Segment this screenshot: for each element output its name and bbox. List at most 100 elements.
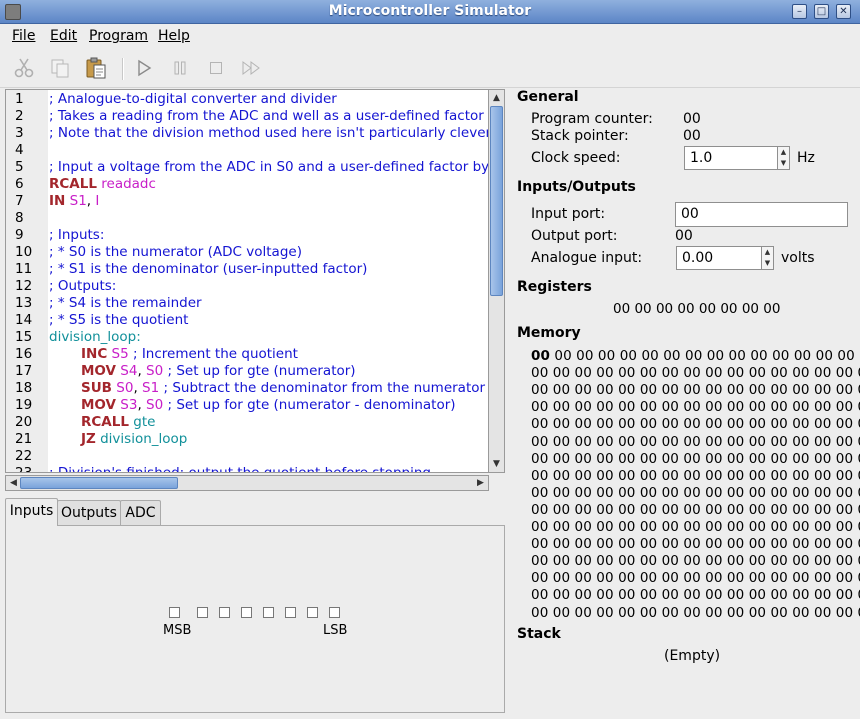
code-token: ; Division's finished: output the quotie… bbox=[49, 465, 431, 473]
step-icon[interactable] bbox=[240, 56, 264, 80]
code-token: MOV bbox=[81, 363, 116, 379]
line-number: 22 bbox=[15, 448, 33, 464]
code-token: ; Subtract the denominator from the nume… bbox=[159, 380, 489, 396]
code-token: MOV bbox=[81, 397, 116, 413]
input-bit-6-checkbox[interactable] bbox=[197, 607, 208, 618]
code-line[interactable]: ; Outputs: bbox=[49, 278, 116, 295]
tab-outputs[interactable]: Outputs bbox=[57, 500, 121, 525]
spin-down-icon[interactable]: ▼ bbox=[778, 158, 789, 169]
tab-inputs[interactable]: Inputs bbox=[5, 498, 58, 526]
editor-vertical-scrollbar[interactable]: ▲ ▼ bbox=[489, 89, 505, 473]
stop-icon[interactable] bbox=[204, 56, 228, 80]
paste-icon[interactable] bbox=[84, 56, 108, 80]
tab-adc[interactable]: ADC bbox=[120, 500, 161, 525]
line-number: 17 bbox=[15, 363, 33, 379]
code-token: ; Set up for gte (numerator - denominato… bbox=[163, 397, 456, 413]
code-line[interactable]: ; * S1 is the denominator (user-inputted… bbox=[49, 261, 367, 278]
maximize-icon[interactable]: □ bbox=[814, 4, 829, 19]
code-token: SUB bbox=[81, 380, 112, 396]
input-port-field[interactable]: 00 bbox=[675, 202, 848, 227]
spin-down-icon[interactable]: ▼ bbox=[762, 258, 773, 269]
line-number: 9 bbox=[15, 227, 24, 243]
memory-heading: Memory bbox=[517, 325, 581, 341]
code-token: ; Set up for gte (numerator) bbox=[163, 363, 356, 379]
spin-up-icon[interactable]: ▲ bbox=[778, 147, 789, 158]
clock-speed-spinner[interactable]: ▲ ▼ bbox=[777, 146, 790, 170]
memory-row: 00 00 00 00 00 00 00 00 00 00 00 00 00 0… bbox=[531, 433, 860, 450]
code-line[interactable]: ; Note that the division method used her… bbox=[49, 125, 488, 142]
input-bit-3-checkbox[interactable] bbox=[263, 607, 274, 618]
scroll-up-arrow-icon[interactable]: ▲ bbox=[489, 90, 504, 106]
code-line[interactable]: ; * S5 is the quotient bbox=[49, 312, 188, 329]
close-icon[interactable]: ✕ bbox=[836, 4, 851, 19]
code-token: gte bbox=[128, 414, 156, 430]
code-line[interactable]: MOV S4, S0 ; Set up for gte (numerator) bbox=[81, 363, 356, 380]
line-number: 21 bbox=[15, 431, 33, 447]
scroll-down-arrow-icon[interactable]: ▼ bbox=[489, 456, 504, 472]
line-number: 20 bbox=[15, 414, 33, 430]
code-token: ; Takes a reading from the ADC and well … bbox=[49, 108, 489, 124]
code-line[interactable]: division_loop: bbox=[49, 329, 141, 346]
code-editor[interactable]: 1 ; Analogue-to-digital converter and div… bbox=[5, 89, 489, 473]
code-line[interactable]: RCALL readadc bbox=[49, 176, 156, 193]
line-number: 8 bbox=[15, 210, 24, 226]
code-line[interactable]: ; Input a voltage from the ADC in S0 and… bbox=[49, 159, 488, 176]
code-line[interactable]: ; Analogue-to-digital converter and divi… bbox=[49, 91, 337, 108]
editor-horizontal-scrollbar[interactable]: ◀ ▶ bbox=[5, 475, 489, 491]
code-line[interactable]: SUB S0, S1 ; Subtract the denominator fr… bbox=[81, 380, 489, 397]
line-number: 7 bbox=[15, 193, 24, 209]
memory-row: 00 00 00 00 00 00 00 00 00 00 00 00 00 0… bbox=[531, 382, 860, 399]
copy-icon[interactable] bbox=[48, 56, 72, 80]
code-line[interactable]: INC S5 ; Increment the quotient bbox=[81, 346, 298, 363]
pause-icon[interactable] bbox=[168, 56, 192, 80]
line-number: 11 bbox=[15, 261, 33, 277]
input-bit-5-checkbox[interactable] bbox=[219, 607, 230, 618]
code-token: , bbox=[133, 380, 143, 396]
scroll-right-arrow-icon[interactable]: ▶ bbox=[473, 476, 488, 490]
code-token: RCALL bbox=[49, 176, 97, 192]
code-line[interactable]: ; Division's finished: output the quotie… bbox=[49, 465, 431, 473]
vertical-scroll-thumb[interactable] bbox=[490, 106, 503, 296]
spin-up-icon[interactable]: ▲ bbox=[762, 247, 773, 258]
clock-speed-input[interactable]: 1.0 bbox=[684, 146, 778, 170]
scroll-left-arrow-icon[interactable]: ◀ bbox=[6, 476, 21, 490]
input-bit-2-checkbox[interactable] bbox=[285, 607, 296, 618]
lsb-label: LSB bbox=[323, 623, 348, 638]
code-line[interactable]: ; Inputs: bbox=[49, 227, 104, 244]
menu-program[interactable]: Program bbox=[89, 28, 148, 44]
code-line[interactable]: MOV S3, S0 ; Set up for gte (numerator -… bbox=[81, 397, 456, 414]
code-token: I bbox=[95, 193, 100, 209]
code-token: readadc bbox=[96, 176, 156, 192]
line-number: 19 bbox=[15, 397, 33, 413]
menu-file[interactable]: File bbox=[12, 28, 35, 44]
code-line[interactable]: IN S1, I bbox=[49, 193, 99, 210]
cut-icon[interactable] bbox=[12, 56, 36, 80]
code-token: S3 bbox=[116, 397, 138, 413]
input-bit-7-checkbox[interactable] bbox=[169, 607, 180, 618]
run-icon[interactable] bbox=[132, 56, 156, 80]
analogue-input-field[interactable]: 0.00 bbox=[676, 246, 762, 270]
menu-edit[interactable]: Edit bbox=[50, 28, 77, 44]
minimize-icon[interactable]: – bbox=[792, 4, 807, 19]
program-counter-value: 00 bbox=[683, 111, 701, 127]
input-bit-1-checkbox[interactable] bbox=[307, 607, 318, 618]
code-line[interactable]: ; Takes a reading from the ADC and well … bbox=[49, 108, 489, 125]
code-line[interactable]: ; * S4 is the remainder bbox=[49, 295, 202, 312]
code-token: ; * S4 is the remainder bbox=[49, 295, 202, 311]
input-bit-0-checkbox[interactable] bbox=[329, 607, 340, 618]
horizontal-scroll-thumb[interactable] bbox=[20, 477, 178, 489]
code-line[interactable]: ; * S0 is the numerator (ADC voltage) bbox=[49, 244, 302, 261]
code-token: division_loop: bbox=[49, 329, 141, 345]
menu-help[interactable]: Help bbox=[158, 28, 190, 44]
line-number: 12 bbox=[15, 278, 33, 294]
code-token: ; Analogue-to-digital converter and divi… bbox=[49, 91, 337, 107]
code-line[interactable]: RCALL gte bbox=[81, 414, 155, 431]
memory-row: 00 00 00 00 00 00 00 00 00 00 00 00 00 0… bbox=[531, 348, 860, 364]
registers-heading: Registers bbox=[517, 279, 592, 295]
code-line[interactable]: JZ division_loop bbox=[81, 431, 187, 448]
msb-label: MSB bbox=[163, 623, 192, 638]
input-bit-4-checkbox[interactable] bbox=[241, 607, 252, 618]
line-number: 16 bbox=[15, 346, 33, 362]
code-token: , bbox=[137, 363, 147, 379]
analogue-input-spinner[interactable]: ▲ ▼ bbox=[761, 246, 774, 270]
